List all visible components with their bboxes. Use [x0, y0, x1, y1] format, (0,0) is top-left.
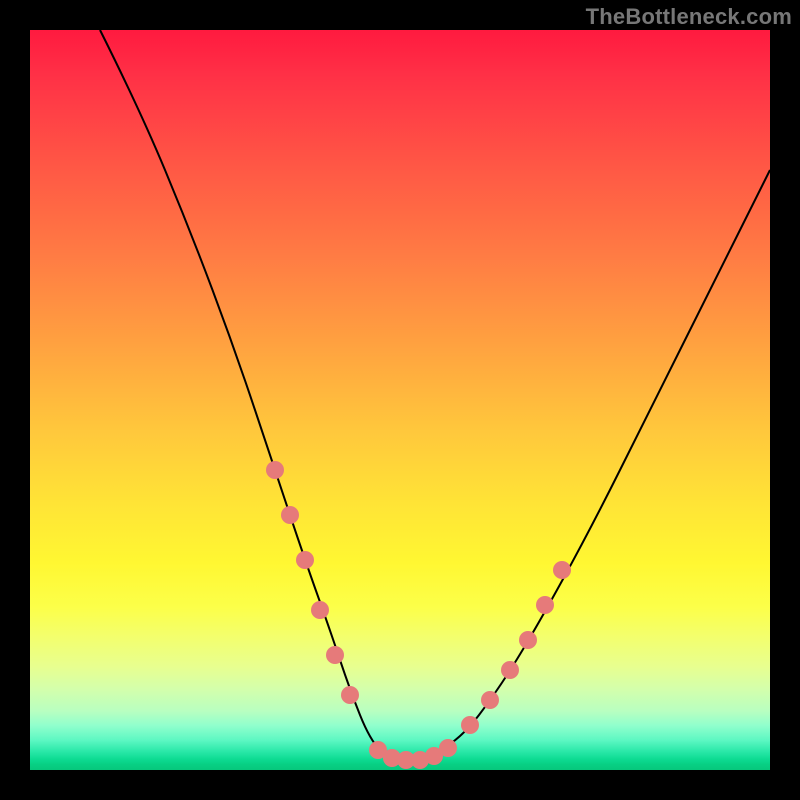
left-dot-4	[326, 646, 344, 664]
marker-cluster-right	[461, 561, 571, 734]
curve-group	[100, 30, 770, 760]
left-dot-0	[266, 461, 284, 479]
right-dot-4	[536, 596, 554, 614]
bottom-dot-5	[439, 739, 457, 757]
right-dot-2	[501, 661, 519, 679]
left-dot-2	[296, 551, 314, 569]
chart-frame: TheBottleneck.com	[0, 0, 800, 800]
chart-svg	[30, 30, 770, 770]
left-dot-1	[281, 506, 299, 524]
watermark-text: TheBottleneck.com	[586, 4, 792, 30]
left-dot-3	[311, 601, 329, 619]
right-dot-3	[519, 631, 537, 649]
right-dot-0	[461, 716, 479, 734]
right-dot-5	[553, 561, 571, 579]
left-dot-5	[341, 686, 359, 704]
bottleneck-curve	[100, 30, 770, 760]
marker-cluster-bottom	[369, 739, 457, 769]
plot-area	[30, 30, 770, 770]
right-dot-1	[481, 691, 499, 709]
